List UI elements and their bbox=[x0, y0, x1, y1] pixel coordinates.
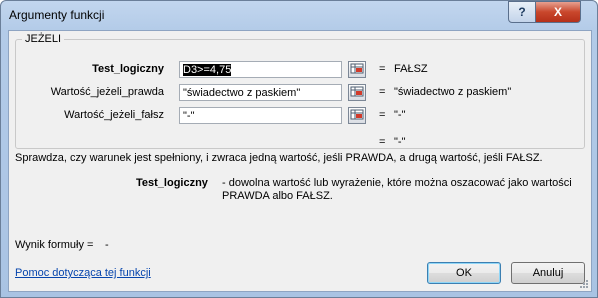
arg-label-wartosc-jezeli-prawda: Wartość_jeżeli_prawda bbox=[50, 86, 164, 98]
function-arguments-dialog: Argumenty funkcji ? X JEŻELI Test_logicz… bbox=[0, 0, 598, 298]
collapse-dialog-icon bbox=[350, 86, 364, 97]
argument-help-text: - dowolna wartość lub wyrażenie, które m… bbox=[222, 177, 572, 202]
arg-input-value: "-" bbox=[183, 110, 195, 122]
formula-result-label: Wynik formuły = bbox=[15, 239, 94, 251]
resize-grip-icon[interactable] bbox=[579, 279, 589, 289]
arg-label-test-logiczny: Test_logiczny bbox=[92, 63, 164, 75]
function-result: "-" bbox=[394, 136, 406, 148]
arg-label-wartosc-jezeli-falsz: Wartość_jeżeli_fałsz bbox=[64, 109, 164, 121]
arg-input-wartosc-jezeli-falsz[interactable]: "-" bbox=[179, 107, 342, 124]
equals-sign: = bbox=[379, 63, 386, 75]
question-icon: ? bbox=[518, 5, 526, 19]
help-link[interactable]: Pomoc dotycząca tej funkcji bbox=[15, 267, 151, 279]
title-bar[interactable]: Argumenty funkcji ? X bbox=[1, 1, 597, 30]
dialog-body: JEŻELI Test_logiczny D3>=4,75 = FAŁSZ Wa… bbox=[8, 30, 592, 292]
ok-button[interactable]: OK bbox=[427, 262, 501, 284]
collapse-dialog-icon bbox=[350, 63, 364, 74]
close-button[interactable]: X bbox=[535, 1, 581, 23]
function-group: JEŻELI Test_logiczny D3>=4,75 = FAŁSZ Wa… bbox=[15, 33, 585, 149]
function-description: Sprawdza, czy warunek jest spełniony, i … bbox=[15, 152, 543, 164]
collapse-dialog-icon bbox=[350, 109, 364, 120]
argument-help-name: Test_logiczny bbox=[136, 177, 208, 189]
arg-input-value: D3>=4,75 bbox=[183, 64, 232, 76]
function-name: JEŻELI bbox=[22, 33, 65, 45]
collapse-dialog-button[interactable] bbox=[348, 61, 366, 78]
arg-input-test-logiczny[interactable]: D3>=4,75 bbox=[179, 61, 342, 78]
collapse-dialog-button[interactable] bbox=[348, 84, 366, 101]
equals-sign: = bbox=[379, 109, 386, 121]
equals-sign: = bbox=[379, 86, 386, 98]
arg-input-wartosc-jezeli-prawda[interactable]: "świadectwo z paskiem" bbox=[179, 84, 342, 101]
arg-input-value: "świadectwo z paskiem" bbox=[183, 87, 301, 99]
arg-result-wartosc-jezeli-prawda: "świadectwo z paskiem" bbox=[394, 86, 512, 98]
cancel-button[interactable]: Anuluj bbox=[511, 262, 585, 284]
dialog-title: Argumenty funkcji bbox=[9, 8, 105, 22]
equals-sign: = bbox=[379, 136, 386, 148]
help-button[interactable]: ? bbox=[508, 1, 536, 23]
arg-result-test-logiczny: FAŁSZ bbox=[394, 63, 428, 75]
formula-result-value: - bbox=[105, 239, 109, 251]
collapse-dialog-button[interactable] bbox=[348, 107, 366, 124]
close-icon: X bbox=[553, 5, 562, 19]
arg-result-wartosc-jezeli-falsz: "-" bbox=[394, 109, 406, 121]
